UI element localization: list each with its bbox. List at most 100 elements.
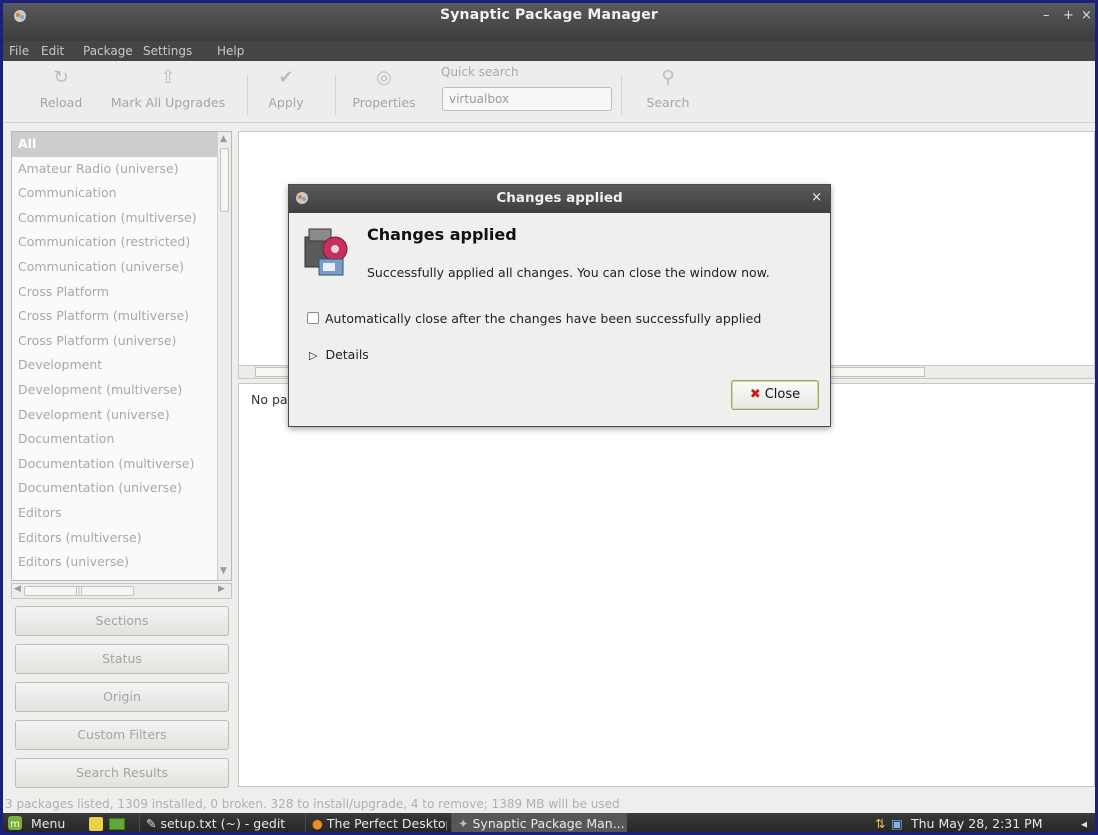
apply-label: Apply (268, 95, 304, 110)
taskbar-item-label: Synaptic Package Man... (472, 816, 625, 831)
status-button[interactable]: Status (15, 644, 229, 674)
changes-applied-dialog: Changes applied × Changes applied Succes… (288, 184, 831, 427)
description-text: No pa (251, 392, 288, 407)
menu-bar: File Edit Package Settings Help (3, 41, 1095, 61)
properties-button[interactable]: ◎ Properties (345, 65, 423, 119)
package-description-pane: No pa (238, 383, 1095, 787)
auto-close-label: Automatically close after the changes ha… (325, 311, 762, 326)
expander-triangle-icon: ▷ (309, 349, 318, 362)
scroll-up-arrow-icon[interactable]: ▲ (220, 134, 230, 144)
dialog-title-bar: Changes applied × (289, 185, 830, 213)
category-item[interactable]: Editors (universe) (12, 550, 218, 575)
search-results-button[interactable]: Search Results (15, 758, 229, 788)
checkbox-box[interactable] (307, 312, 319, 324)
sections-button[interactable]: Sections (15, 606, 229, 636)
origin-button[interactable]: Origin (15, 682, 229, 712)
category-item[interactable]: Cross Platform (multiverse) (12, 304, 218, 329)
search-label: Search (646, 95, 690, 110)
menu-package[interactable]: Package (83, 44, 133, 58)
close-window-icon[interactable]: × (1081, 8, 1092, 23)
minimize-icon[interactable]: – (1043, 8, 1050, 23)
menu-settings[interactable]: Settings (143, 44, 192, 58)
window-title: Synaptic Package Manager (439, 7, 659, 23)
dialog-heading: Changes applied (367, 225, 517, 244)
scrollbar-thumb[interactable]: ||| (24, 586, 134, 596)
scrollbar-thumb[interactable] (220, 148, 229, 212)
category-item[interactable]: Communication (12, 181, 218, 206)
firefox-icon: ● (312, 816, 323, 831)
category-item[interactable]: Documentation (multiverse) (12, 452, 218, 477)
taskbar-item-label: The Perfect Desktop - ... (326, 816, 447, 831)
scroll-left-arrow-icon[interactable]: ◀ (14, 584, 21, 594)
app-window: Synaptic Package Manager – + × File Edit… (0, 0, 1098, 835)
menu-help[interactable]: Help (217, 44, 244, 58)
details-label: Details (325, 347, 369, 362)
terminal-launcher-icon[interactable] (109, 818, 125, 830)
category-item[interactable]: Amateur Radio (universe) (12, 157, 218, 182)
network-icon[interactable]: ▣ (891, 813, 903, 832)
close-button-label: Close (764, 387, 801, 402)
taskbar-item-gedit[interactable]: ✎ setup.txt (~) - gedit (139, 813, 299, 832)
volume-icon[interactable]: ◂ (1081, 813, 1087, 832)
category-item[interactable]: Development (universe) (12, 403, 218, 428)
menu-edit[interactable]: Edit (41, 44, 64, 58)
gedit-icon: ✎ (146, 816, 157, 831)
taskbar-item-label: setup.txt (~) - gedit (160, 816, 286, 831)
menu-file[interactable]: File (9, 44, 29, 58)
category-item[interactable]: Development (12, 353, 218, 378)
category-item[interactable]: Documentation (universe) (12, 476, 218, 501)
close-button[interactable]: ✖ Close (731, 380, 819, 410)
quick-search-input[interactable] (442, 87, 612, 111)
category-item[interactable]: Development (multiverse) (12, 378, 218, 403)
dialog-close-icon[interactable]: × (811, 190, 822, 205)
dialog-title: Changes applied (496, 190, 623, 206)
properties-icon: ◎ (376, 67, 392, 88)
category-vertical-scrollbar[interactable]: ▲ ▼ (217, 132, 231, 580)
category-item[interactable]: Communication (multiverse) (12, 206, 218, 231)
scroll-down-arrow-icon[interactable]: ▼ (220, 566, 230, 576)
toolbar-separator (621, 75, 622, 115)
search-button[interactable]: ⚲ Search (635, 65, 701, 119)
search-icon: ⚲ (661, 67, 675, 88)
start-menu-button[interactable]: m Menu (7, 813, 66, 832)
reload-button[interactable]: ↻ Reload (31, 65, 91, 119)
quick-search-label: Quick search (441, 65, 519, 79)
title-bar: Synaptic Package Manager – + × (3, 3, 1095, 41)
upgrade-icon: ⇧ (160, 67, 176, 88)
category-item[interactable]: Cross Platform (universe) (12, 329, 218, 354)
package-install-icon (304, 228, 348, 276)
mark-all-upgrades-button[interactable]: ⇧ Mark All Upgrades (103, 65, 233, 119)
mark-all-upgrades-label: Mark All Upgrades (110, 95, 226, 110)
category-item[interactable]: Documentation (12, 427, 218, 452)
category-horizontal-scrollbar[interactable]: ◀ ||| ▶ (11, 583, 232, 599)
scroll-right-arrow-icon[interactable]: ▶ (218, 584, 225, 594)
status-bar: 3 packages listed, 1309 installed, 0 bro… (5, 797, 620, 811)
category-item[interactable]: All (12, 132, 218, 157)
apply-button[interactable]: ✔ Apply (259, 65, 313, 119)
category-list: All Amateur Radio (universe) Communicati… (12, 132, 218, 575)
details-expander[interactable]: ▷ Details (309, 347, 369, 362)
text-editor-launcher-icon[interactable] (89, 817, 103, 831)
close-x-icon: ✖ (749, 387, 761, 402)
start-menu-label: Menu (30, 816, 66, 831)
category-list-pane: All Amateur Radio (universe) Communicati… (11, 131, 232, 581)
update-manager-icon[interactable]: ⇅ (875, 813, 885, 832)
maximize-icon[interactable]: + (1063, 8, 1074, 23)
toolbar-separator (247, 75, 248, 115)
taskbar-item-synaptic[interactable]: ✦ Synaptic Package Man... (451, 813, 627, 832)
category-item[interactable]: Communication (restricted) (12, 230, 218, 255)
clock[interactable]: Thu May 28, 2:31 PM (911, 813, 1043, 832)
category-item[interactable]: Cross Platform (12, 280, 218, 305)
category-item[interactable]: Editors (12, 501, 218, 526)
auto-close-checkbox[interactable]: Automatically close after the changes ha… (307, 311, 761, 326)
toolbar: ↻ Reload ⇧ Mark All Upgrades ✔ Apply ◎ P… (3, 61, 1095, 123)
svg-text:m: m (10, 819, 20, 830)
category-item[interactable]: Editors (multiverse) (12, 526, 218, 551)
custom-filters-button[interactable]: Custom Filters (15, 720, 229, 750)
reload-icon: ↻ (53, 67, 69, 88)
taskbar-item-firefox[interactable]: ●The Perfect Desktop - ... (305, 813, 447, 832)
apply-icon: ✔ (278, 67, 294, 88)
category-item[interactable]: Communication (universe) (12, 255, 218, 280)
taskbar: m Menu ✎ setup.txt (~) - gedit ● The Perfe… (3, 813, 1095, 832)
reload-label: Reload (39, 95, 83, 110)
